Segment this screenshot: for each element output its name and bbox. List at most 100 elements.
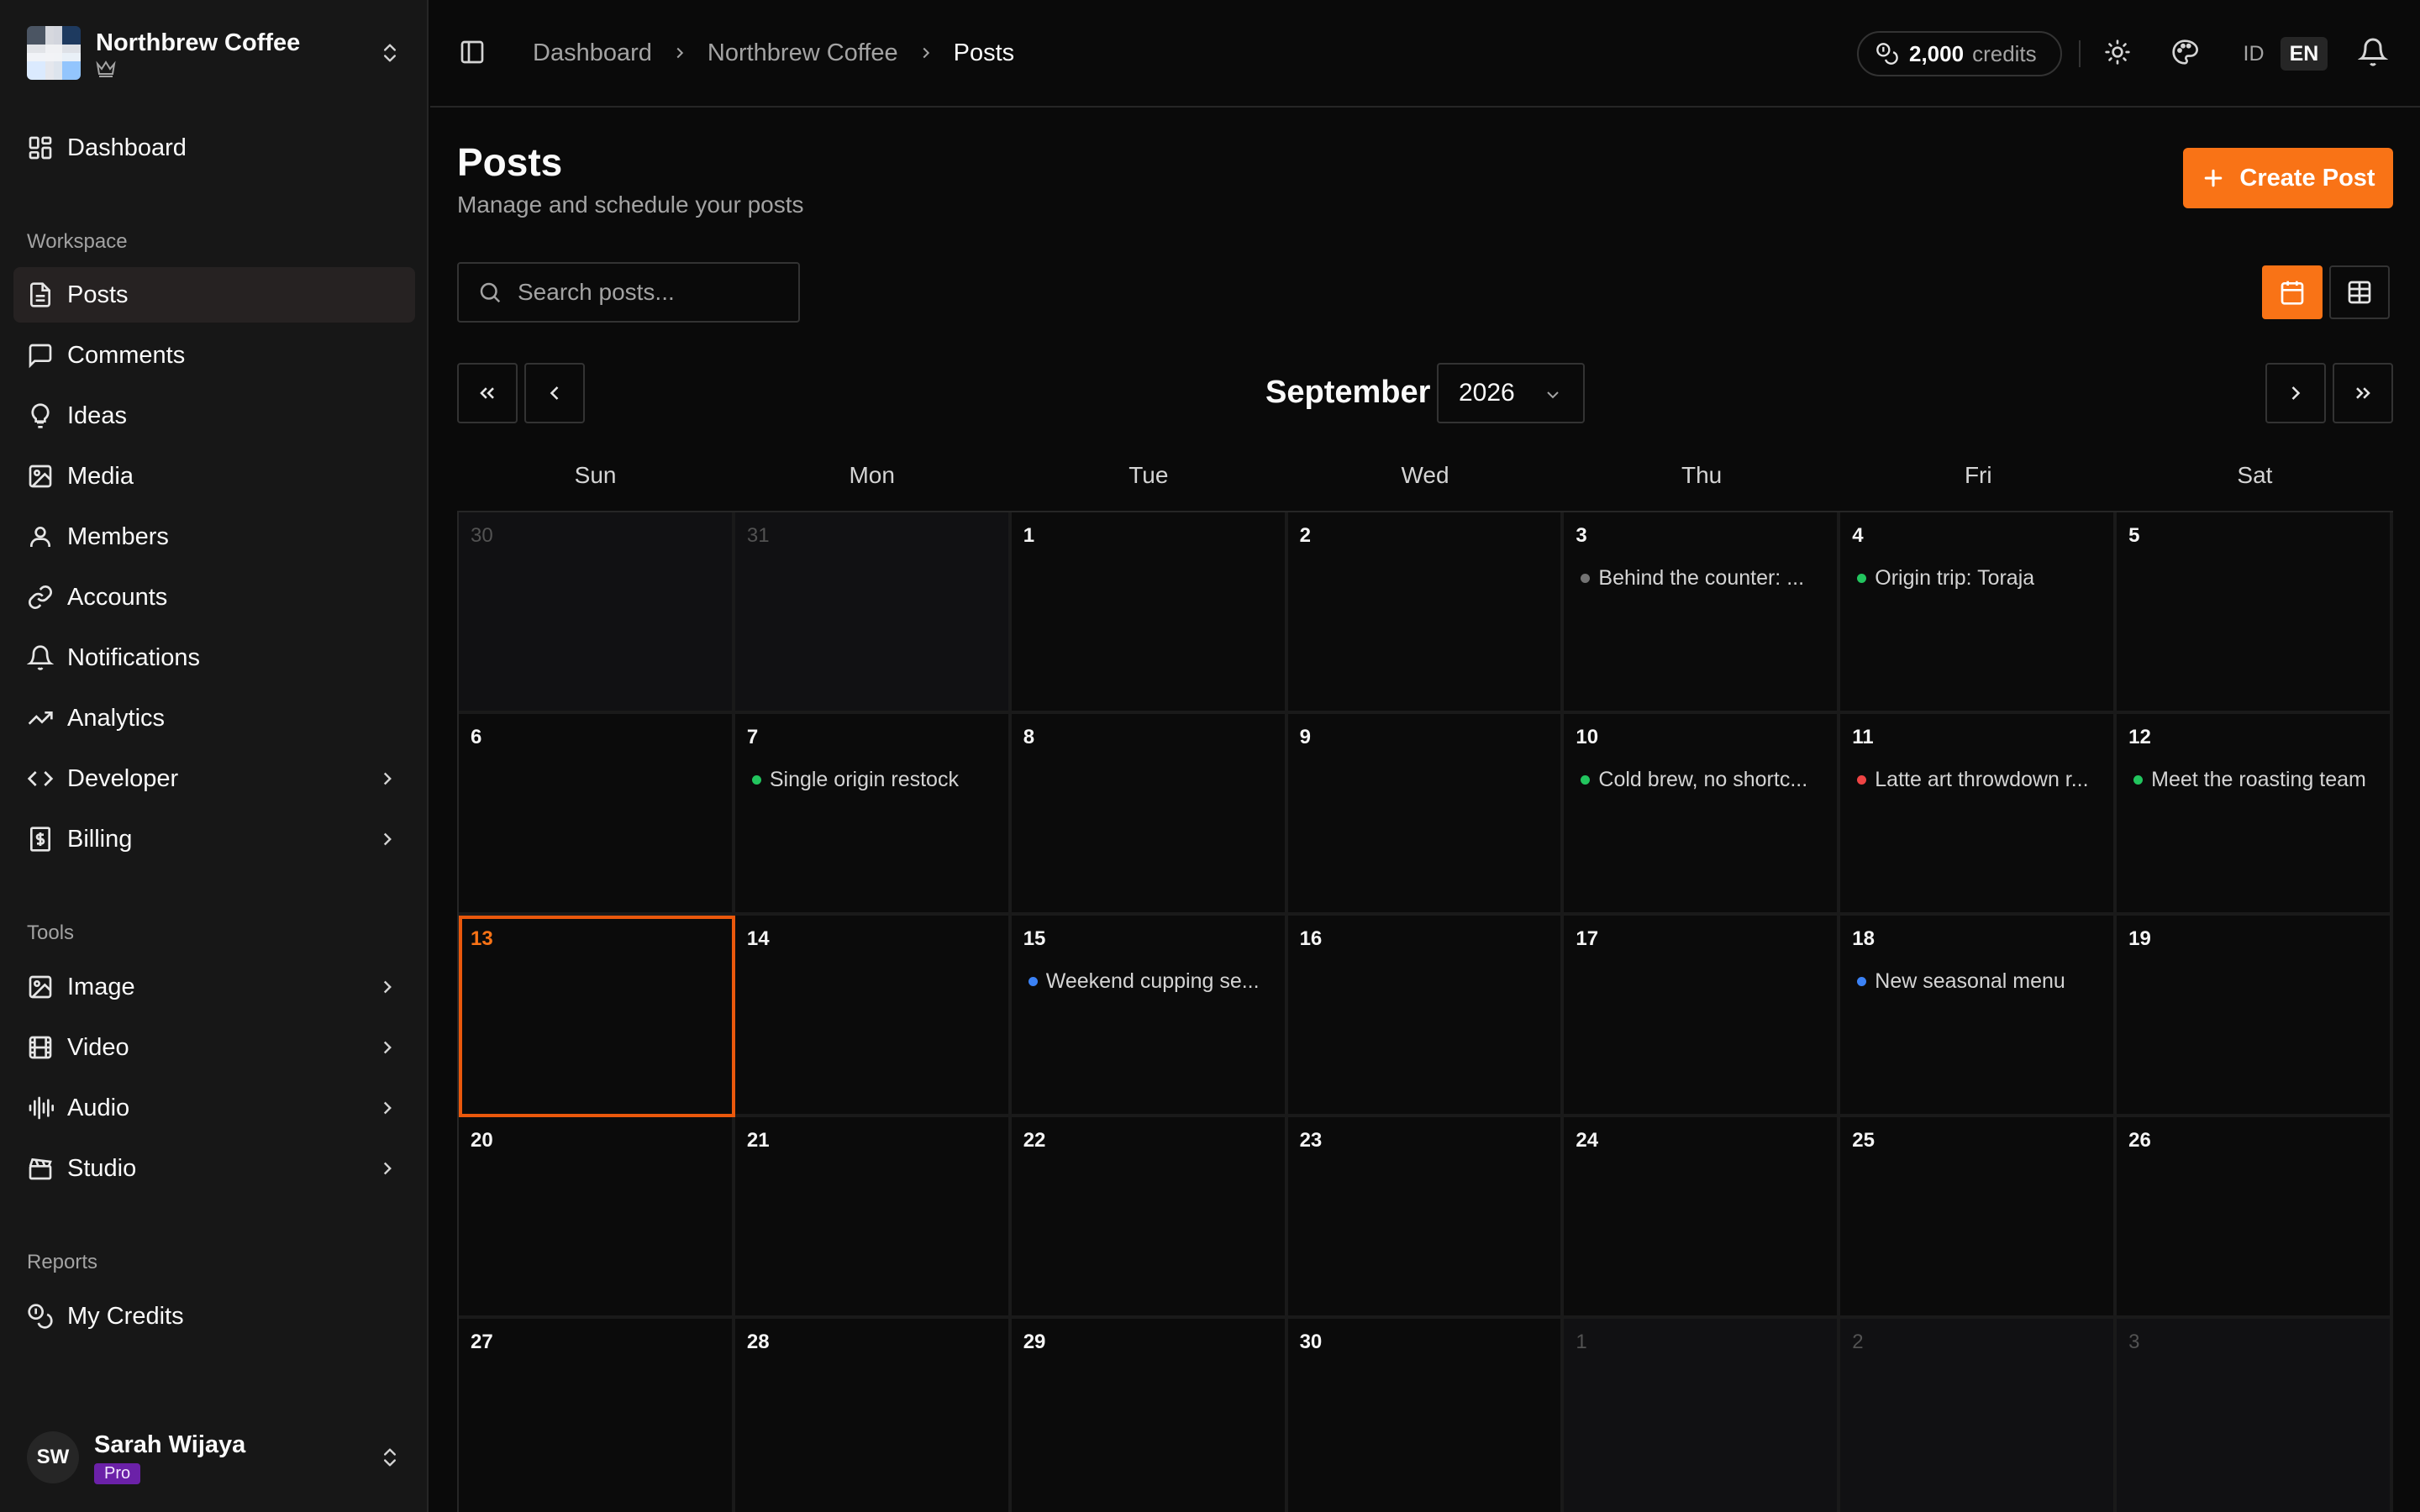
sidebar-item-label: Analytics [67, 705, 166, 732]
calendar-event[interactable]: Latte art throwdown r... [1852, 768, 2102, 792]
calendar-day[interactable]: 30 [459, 512, 735, 714]
calendar-day[interactable]: 26 [2117, 1117, 2393, 1319]
calendar-day[interactable]: 4 Origin trip: Toraja [1840, 512, 2118, 714]
sidebar-item-my-credits[interactable]: My Credits [13, 1289, 415, 1344]
calendar-event[interactable]: New seasonal menu [1852, 969, 2102, 994]
lang-id-button[interactable]: ID [2232, 37, 2275, 71]
sidebar-item-studio[interactable]: Studio [13, 1141, 415, 1196]
table-view-button[interactable] [2329, 265, 2390, 319]
calendar-day[interactable]: 1 [1011, 512, 1288, 714]
next-year-button[interactable] [2333, 363, 2393, 423]
user-icon [27, 523, 54, 550]
calendar-day[interactable]: 11 Latte art throwdown r... [1840, 714, 2118, 916]
user-menu[interactable]: SW Sarah Wijaya Pro [27, 1428, 402, 1487]
panel-left-icon[interactable] [459, 39, 486, 66]
calendar-day[interactable]: 10 Cold brew, no shortc... [1564, 714, 1841, 916]
calendar-day[interactable]: 9 [1287, 714, 1565, 916]
sidebar-item-audio[interactable]: Audio [13, 1080, 415, 1136]
calendar-view-button[interactable] [2262, 265, 2323, 319]
chevron-right-icon [671, 44, 689, 62]
palette-icon[interactable] [2171, 39, 2198, 66]
calendar-day[interactable]: 28 [734, 1319, 1012, 1512]
chevron-right-icon [376, 1037, 398, 1058]
chevron-left-icon [543, 381, 566, 405]
calendar-day[interactable]: 30 [1287, 1319, 1565, 1512]
year-select[interactable]: 2026 [1437, 363, 1585, 423]
sidebar-item-video[interactable]: Video [13, 1020, 415, 1075]
sidebar-item-posts[interactable]: Posts [13, 267, 415, 323]
calendar-event[interactable]: Single origin restock [747, 768, 997, 792]
calendar-day[interactable]: 18 New seasonal menu [1840, 916, 2118, 1117]
calendar-day[interactable]: 2 [1287, 512, 1565, 714]
calendar-day[interactable]: 31 [734, 512, 1012, 714]
calendar-day[interactable]: 14 [734, 916, 1012, 1117]
breadcrumb-item[interactable]: Northbrew Coffee [708, 39, 898, 67]
credits-unit: credits [1972, 40, 2037, 66]
calendar-event[interactable]: Meet the roasting team [2128, 768, 2378, 792]
section-label-tools: Tools [27, 921, 75, 944]
calendar-day[interactable]: 19 [2117, 916, 2393, 1117]
calendar-day[interactable]: 1 [1564, 1319, 1841, 1512]
weekday-label: Sat [2237, 462, 2273, 488]
sidebar-item-developer[interactable]: Developer [13, 751, 415, 806]
workspace-switcher[interactable]: Northbrew Coffee [27, 25, 402, 81]
next-month-button[interactable] [2265, 363, 2326, 423]
calendar-day[interactable]: 21 [734, 1117, 1012, 1319]
calendar-day[interactable]: 8 [1011, 714, 1288, 916]
prev-year-button[interactable] [457, 363, 518, 423]
calendar-event[interactable]: Weekend cupping se... [1023, 969, 1273, 994]
calendar-event[interactable]: Cold brew, no shortc... [1576, 768, 1825, 792]
credits-value: 2,000 [1909, 40, 1965, 66]
sidebar-item-media[interactable]: Media [13, 449, 415, 504]
weekday-label: Thu [1681, 462, 1723, 488]
calendar-day[interactable]: 20 [459, 1117, 735, 1319]
sidebar-item-members[interactable]: Members [13, 509, 415, 564]
sidebar-item-comments[interactable]: Comments [13, 328, 415, 383]
calendar-day[interactable]: 3 Behind the counter: ... [1564, 512, 1841, 714]
calendar-day[interactable]: 7 Single origin restock [734, 714, 1012, 916]
search-input[interactable] [518, 279, 786, 306]
event-title: Weekend cupping se... [1045, 969, 1260, 993]
calendar-day[interactable]: 22 [1011, 1117, 1288, 1319]
calendar-day[interactable]: 5 [2117, 512, 2393, 714]
sidebar-item-analytics[interactable]: Analytics [13, 690, 415, 746]
sidebar-item-accounts[interactable]: Accounts [13, 570, 415, 625]
calendar-day[interactable]: 24 [1564, 1117, 1841, 1319]
prev-month-button[interactable] [524, 363, 585, 423]
chevrons-left-icon [476, 381, 499, 405]
breadcrumb-item[interactable]: Dashboard [533, 39, 652, 67]
lang-en-button[interactable]: EN [2281, 37, 2328, 71]
sidebar-item-image[interactable]: Image [13, 959, 415, 1015]
sidebar-item-dashboard[interactable]: Dashboard [13, 120, 415, 176]
day-number: 6 [471, 726, 482, 748]
calendar-day-today[interactable]: 13 [459, 916, 735, 1117]
calendar-day[interactable]: 29 [1011, 1319, 1288, 1512]
sidebar-item-notifications[interactable]: Notifications [13, 630, 415, 685]
calendar-day[interactable]: 27 [459, 1319, 735, 1512]
calendar-day[interactable]: 16 [1287, 916, 1565, 1117]
bell-icon[interactable] [2358, 37, 2388, 67]
credits-badge[interactable]: 2,000 credits [1857, 31, 2062, 76]
day-number: 15 [1023, 927, 1046, 950]
calendar-day[interactable]: 6 [459, 714, 735, 916]
trending-up-icon [27, 705, 54, 732]
calendar-day[interactable]: 3 [2117, 1319, 2393, 1512]
sidebar-item-ideas[interactable]: Ideas [13, 388, 415, 444]
calendar-day[interactable]: 12 Meet the roasting team [2117, 714, 2393, 916]
day-number: 21 [746, 1129, 770, 1152]
calendar-day[interactable]: 23 [1287, 1117, 1565, 1319]
day-number: 2 [1299, 524, 1311, 547]
calendar-day[interactable]: 15 Weekend cupping se... [1011, 916, 1288, 1117]
calendar-event[interactable]: Behind the counter: ... [1576, 566, 1825, 591]
calendar-day[interactable]: 17 [1564, 916, 1841, 1117]
create-post-button[interactable]: Create Post [2183, 148, 2393, 208]
calendar-event[interactable]: Origin trip: Toraja [1852, 566, 2102, 591]
sun-icon[interactable] [2104, 39, 2131, 66]
day-number: 14 [746, 927, 770, 950]
calendar-icon [2279, 279, 2306, 306]
calendar-day[interactable]: 25 [1840, 1117, 2118, 1319]
day-number: 11 [1852, 726, 1874, 748]
sidebar-item-billing[interactable]: Billing [13, 811, 415, 867]
coins-icon [1876, 42, 1899, 66]
calendar-day[interactable]: 2 [1840, 1319, 2118, 1512]
